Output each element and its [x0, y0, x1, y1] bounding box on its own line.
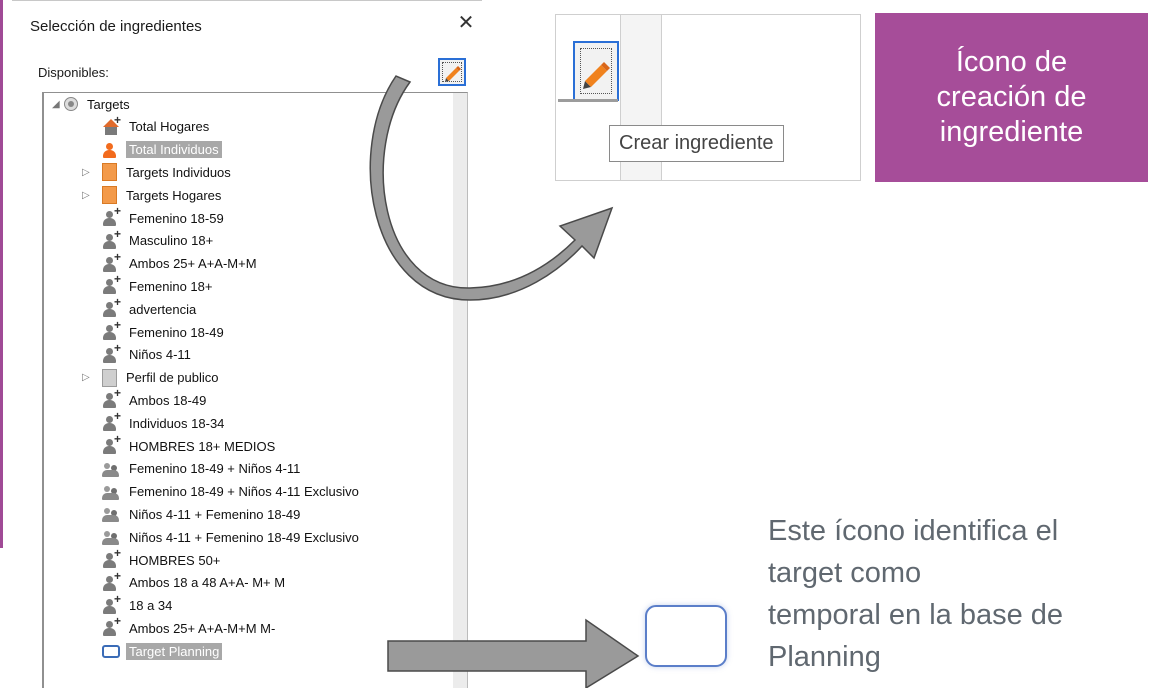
- straight-arrow: [387, 618, 640, 688]
- annotation-arrows: [369, 75, 640, 688]
- curved-arrow: [369, 75, 614, 301]
